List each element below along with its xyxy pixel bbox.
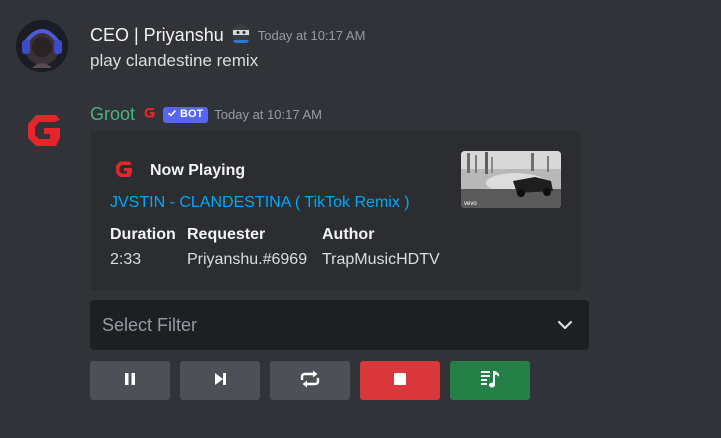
message-content: play clandestine remix — [90, 51, 259, 70]
chevron-down-icon — [557, 317, 573, 338]
field-author: Author TrapMusicHDTV — [322, 226, 440, 269]
checkmark-icon — [167, 108, 177, 121]
stop-icon — [393, 372, 407, 389]
select-filter-dropdown[interactable]: Select Filter — [90, 300, 589, 350]
timestamp: Today at 10:17 AM — [257, 28, 366, 43]
bot-username[interactable]: Groot — [90, 104, 135, 125]
embed-title: Now Playing — [150, 161, 246, 179]
field-name: Author — [322, 226, 375, 243]
timestamp: Today at 10:17 AM — [214, 107, 322, 122]
field-value: TrapMusicHDTV — [322, 251, 440, 268]
field-requester: Requester Priyanshu.#6969 — [187, 226, 307, 269]
field-value: Priyanshu.#6969 — [187, 251, 308, 268]
video-thumbnail[interactable]: vevo — [461, 151, 561, 208]
bot-tag: BOT — [163, 106, 209, 123]
loop-icon — [298, 369, 322, 392]
groot-small-logo-icon — [141, 104, 157, 125]
message-header: CEO | Priyanshu Today at 10:17 AM — [90, 22, 365, 49]
vevo-watermark: vevo — [464, 201, 477, 207]
skip-icon — [212, 371, 228, 390]
pause-icon — [122, 371, 138, 390]
message-header: Groot BOT Today at 10:17 AM — [90, 104, 322, 125]
field-value: 2:33 — [110, 251, 142, 268]
song-title-link[interactable]: JVSTIN - CLANDESTINA ( TikTok Remix ) — [110, 194, 410, 212]
groot-logo-icon[interactable] — [16, 102, 68, 154]
embed-author: Now Playing — [110, 155, 245, 186]
skip-button[interactable] — [180, 361, 260, 400]
username[interactable]: CEO | Priyanshu — [90, 25, 224, 46]
now-playing-embed: Now Playing JVSTIN - CLANDESTINA ( TikTo… — [90, 131, 581, 290]
ninja-emoji-icon — [230, 22, 252, 49]
groot-embed-logo-icon — [110, 155, 136, 186]
field-duration: Duration 2:33 — [110, 226, 176, 269]
queue-icon — [479, 368, 501, 393]
pause-button[interactable] — [90, 361, 170, 400]
field-name: Requester — [187, 226, 266, 243]
select-placeholder: Select Filter — [102, 315, 198, 335]
message-user: CEO | Priyanshu Today at 10:17 AM play c… — [0, 0, 721, 90]
bot-tag-label: BOT — [180, 108, 204, 120]
loop-button[interactable] — [270, 361, 350, 400]
stop-button[interactable] — [360, 361, 440, 400]
user-avatar-icon[interactable] — [16, 20, 68, 72]
queue-button[interactable] — [450, 361, 530, 400]
field-name: Duration — [110, 226, 176, 243]
